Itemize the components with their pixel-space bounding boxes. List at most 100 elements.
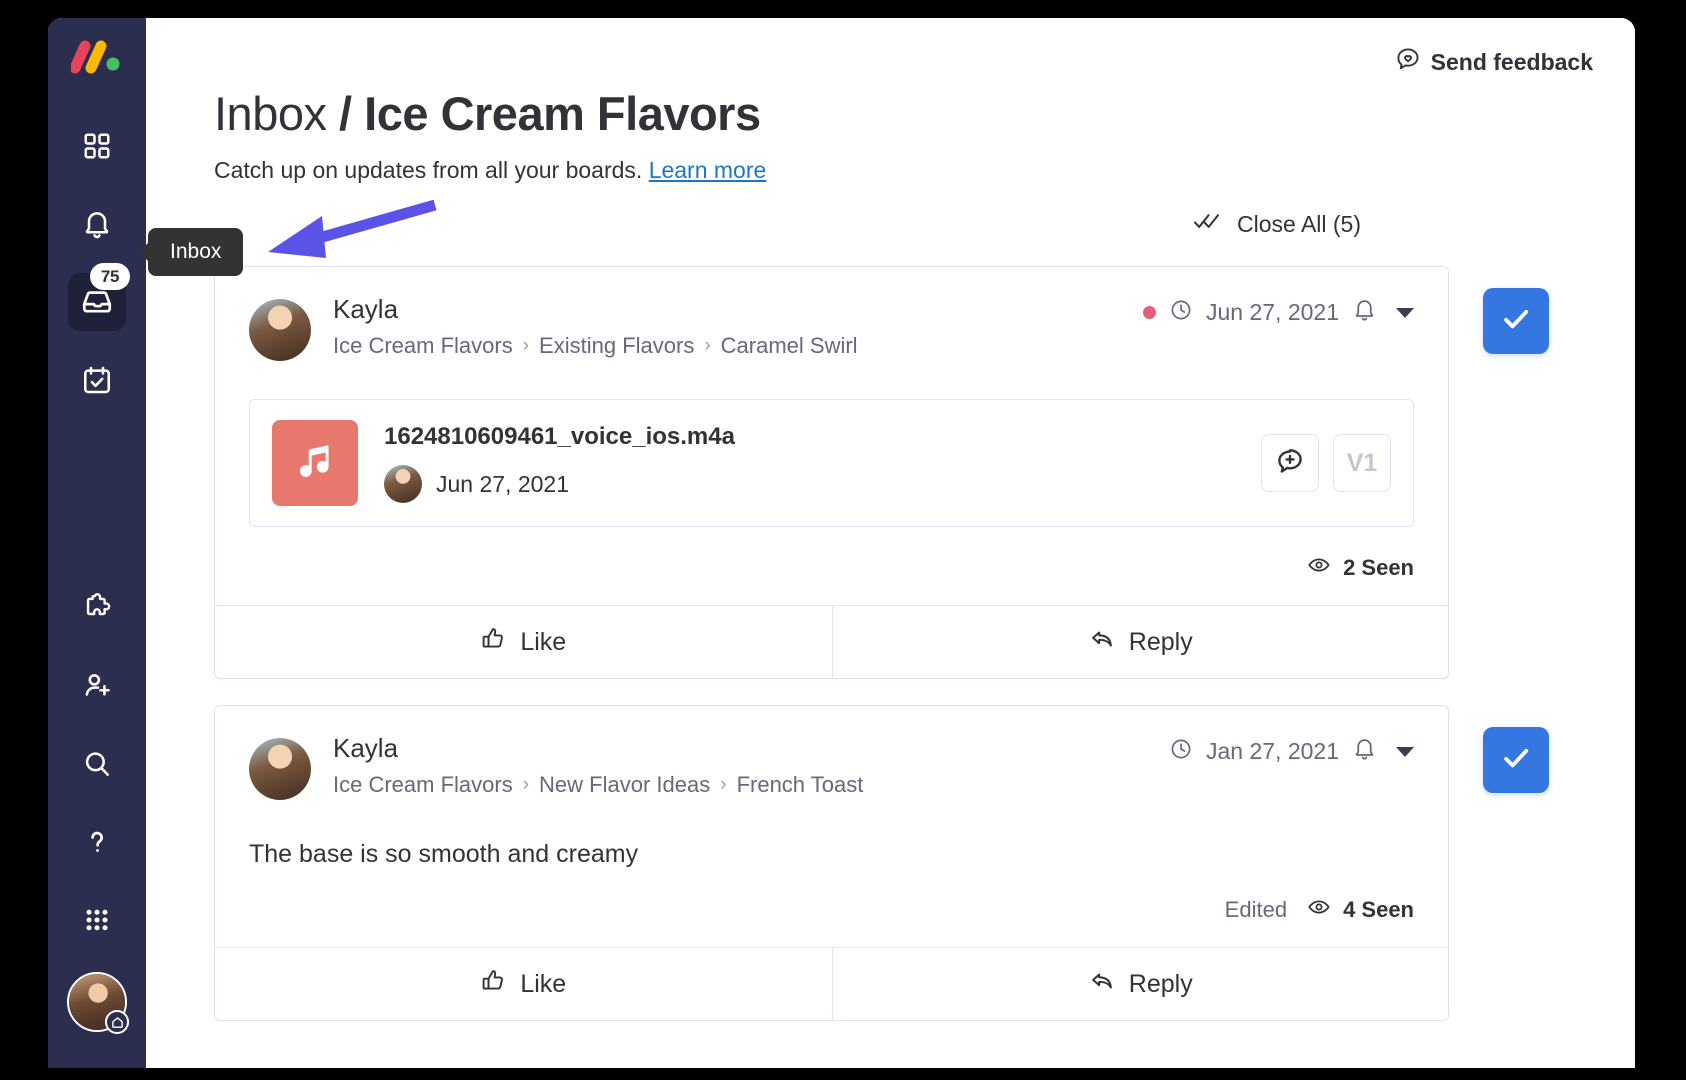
clock-icon — [1169, 737, 1193, 767]
card-header-text: Kayla Ice Cream Flavors › New Flavor Ide… — [333, 733, 863, 798]
bell-icon — [81, 208, 113, 240]
chevron-down-icon[interactable] — [1396, 307, 1414, 318]
close-all-label: Close All (5) — [1237, 210, 1361, 237]
card-header-text: Kayla Ice Cream Flavors › Existing Flavo… — [333, 294, 858, 359]
avatar — [249, 299, 311, 361]
avatar[interactable] — [67, 972, 129, 1034]
check-icon — [1499, 741, 1533, 780]
notification-card-1: Kayla Ice Cream Flavors › Existing Flavo… — [214, 266, 1449, 679]
reply-label: Reply — [1128, 627, 1193, 656]
sidebar-item-help[interactable] — [68, 813, 126, 871]
dots-grid-icon — [81, 904, 113, 936]
breadcrumb-item[interactable]: Caramel Swirl — [721, 333, 858, 359]
puzzle-icon — [81, 592, 113, 624]
chevron-right-icon: › — [522, 334, 530, 356]
file-subrow: Jun 27, 2021 — [384, 465, 735, 503]
reply-label: Reply — [1128, 969, 1193, 998]
seen-count: 4 Seen — [1343, 897, 1414, 922]
card-actions: Like Reply — [215, 947, 1448, 1020]
breadcrumb: Ice Cream Flavors › Existing Flavors › C… — [333, 333, 858, 359]
notification-feed: Kayla Ice Cream Flavors › Existing Flavo… — [214, 266, 1635, 1047]
bell-icon[interactable] — [1352, 297, 1377, 328]
eye-icon — [1307, 895, 1331, 925]
reply-button[interactable]: Reply — [831, 606, 1449, 678]
person-add-icon — [81, 670, 113, 702]
file-thumbnail — [272, 420, 358, 506]
notification-date: Jun 27, 2021 — [1205, 299, 1339, 325]
breadcrumb: Ice Cream Flavors › New Flavor Ideas › F… — [333, 772, 863, 798]
close-all-button[interactable]: Close All (5) — [1193, 210, 1361, 238]
calendar-check-icon — [81, 364, 113, 396]
bell-icon[interactable] — [1352, 736, 1377, 767]
file-version-label: V1 — [1346, 448, 1378, 477]
page-title-separator: / — [339, 87, 365, 140]
breadcrumb-group[interactable]: Existing Flavors — [539, 333, 694, 359]
subtitle-text: Catch up on updates from all your boards… — [214, 157, 643, 183]
seen-row: Edited 4 Seen — [215, 869, 1448, 947]
breadcrumb-board[interactable]: Ice Cream Flavors — [333, 772, 513, 798]
seen-count: 2 Seen — [1343, 555, 1414, 580]
sidebar-item-home-grid[interactable] — [68, 117, 126, 175]
thumbs-up-icon — [480, 967, 507, 1001]
sidebar-item-invite[interactable] — [68, 657, 126, 715]
user-name: Kayla — [333, 294, 399, 324]
avatar — [384, 465, 422, 503]
card-body: Kayla Ice Cream Flavors › New Flavor Ide… — [215, 706, 1448, 869]
attachment-card[interactable]: 1624810609461_voice_ios.m4a Jun 27, 2021 — [249, 399, 1414, 527]
breadcrumb-board[interactable]: Ice Cream Flavors — [333, 333, 513, 359]
notification-date: Jan 27, 2021 — [1205, 738, 1339, 764]
learn-more-link[interactable]: Learn more — [649, 157, 767, 183]
music-note-icon — [293, 439, 337, 488]
card-actions: Like Reply — [215, 605, 1448, 678]
file-info: 1624810609461_voice_ios.m4a Jun 27, 2021 — [384, 423, 735, 503]
reply-arrow-icon — [1088, 967, 1116, 1002]
close-notification-button[interactable] — [1483, 727, 1549, 793]
reply-button[interactable]: Reply — [831, 948, 1449, 1020]
thumbs-up-icon — [480, 625, 507, 659]
file-version-button[interactable]: V1 — [1333, 434, 1391, 492]
notification-row: Kayla Ice Cream Flavors › Existing Flavo… — [214, 266, 1635, 679]
chevron-right-icon: › — [522, 773, 530, 795]
monday-logo[interactable] — [69, 40, 123, 79]
breadcrumb-item[interactable]: French Toast — [737, 772, 864, 798]
like-label: Like — [520, 969, 567, 998]
like-button[interactable]: Like — [215, 948, 832, 1020]
close-notification-button[interactable] — [1483, 288, 1549, 354]
reply-arrow-icon — [1088, 625, 1116, 660]
sidebar-item-notifications[interactable] — [68, 195, 126, 253]
edited-label: Edited — [1224, 897, 1288, 922]
add-comment-button[interactable] — [1261, 434, 1319, 492]
main-content: Send feedback Inbox / Ice Cream Flavors … — [146, 18, 1635, 1068]
like-label: Like — [520, 627, 567, 656]
notification-row: Kayla Ice Cream Flavors › New Flavor Ide… — [214, 705, 1635, 1021]
file-date: Jun 27, 2021 — [436, 470, 570, 497]
page-header: Inbox / Ice Cream Flavors Catch up on up… — [146, 18, 1635, 184]
sidebar-item-search[interactable] — [68, 735, 126, 793]
file-actions: V1 — [1261, 434, 1391, 492]
grid-icon — [82, 131, 112, 161]
home-badge-icon — [105, 1010, 129, 1034]
chevron-down-icon[interactable] — [1396, 746, 1414, 757]
eye-icon — [1307, 553, 1331, 583]
screenshot-root: 75 Send feedback Inbox / Ice Cream Flavo… — [0, 0, 1686, 1080]
card-meta: Jun 27, 2021 — [1142, 297, 1414, 328]
send-feedback-button[interactable]: Send feedback — [1395, 46, 1593, 78]
chevron-right-icon: › — [704, 334, 711, 356]
breadcrumb-group[interactable]: New Flavor Ideas — [539, 772, 710, 798]
notification-card-2: Kayla Ice Cream Flavors › New Flavor Ide… — [214, 705, 1449, 1021]
inbox-icon — [80, 285, 114, 319]
sidebar-item-more[interactable] — [68, 891, 126, 949]
sidebar-item-apps[interactable] — [68, 579, 126, 637]
unread-dot — [1142, 306, 1156, 319]
seen-row: 2 Seen — [215, 527, 1448, 605]
sidebar-item-inbox[interactable]: 75 — [68, 263, 130, 331]
page-subtitle: Catch up on updates from all your boards… — [214, 157, 1635, 184]
user-name: Kayla — [333, 733, 399, 763]
card-body: Kayla Ice Cream Flavors › Existing Flavo… — [215, 267, 1448, 527]
card-meta: Jan 27, 2021 — [1169, 736, 1414, 767]
sidebar-item-my-work[interactable] — [68, 351, 126, 409]
inbox-unread-badge: 75 — [90, 263, 130, 290]
page-title-main: Ice Cream Flavors — [364, 87, 761, 140]
like-button[interactable]: Like — [215, 606, 832, 678]
page-title: Inbox / Ice Cream Flavors — [214, 86, 1635, 141]
